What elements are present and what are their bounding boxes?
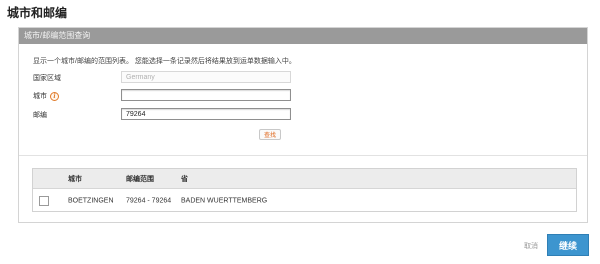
postcode-lookup-panel: 城市/邮编范围查询 显示一个城市/邮编的范围列表。 您能选择一条记录然后将结果放… [18,27,588,223]
postcode-input[interactable] [121,108,291,120]
results-table: 城市 邮编范围 省 BOETZINGEN 79264 - 79264 BADEN… [32,168,577,212]
column-header-state: 省 [181,175,188,183]
continue-button[interactable]: 继续 [547,234,589,256]
info-icon[interactable]: i [50,91,59,101]
city-label: 城市 i [33,91,59,101]
row-select-checkbox[interactable] [39,196,49,206]
postcode-label-text: 邮编 [33,112,47,119]
country-field [121,71,291,83]
row-city: BOETZINGEN [68,197,114,205]
page-title: 城市和邮编 [7,6,68,20]
cancel-link[interactable]: 取消 [524,241,538,251]
row-state: BADEN WUERTTEMBERG [181,197,268,205]
results-header-row: 城市 邮编范围 省 [33,169,576,189]
city-label-text: 城市 [33,93,47,100]
table-row[interactable]: BOETZINGEN 79264 - 79264 BADEN WUERTTEMB… [33,189,576,213]
column-header-city: 城市 [68,175,82,183]
panel-header: 城市/邮编范围查询 [19,28,587,44]
country-label: 国家区域 [33,73,61,83]
row-postcode-range: 79264 - 79264 [126,197,172,205]
postcode-label: 邮编 [33,110,47,120]
section-divider [19,155,587,156]
country-label-text: 国家区域 [33,75,61,82]
search-button[interactable]: 查找 [259,129,281,140]
city-input[interactable] [121,89,291,101]
instructions-text: 显示一个城市/邮编的范围列表。 您能选择一条记录然后将结果放到运单数据输入中。 [33,58,296,65]
column-header-postcode-range: 邮编范围 [126,175,154,183]
